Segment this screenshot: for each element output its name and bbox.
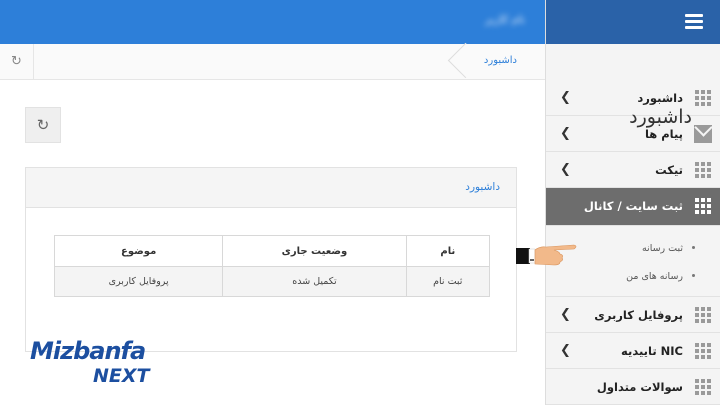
sidebar-item-label: داشبورد [637,91,683,105]
chevron-left-icon: ❮ [560,307,571,322]
sidebar-item-label: پروفایل کاربری [594,308,683,322]
dashboard-panel: داشبورد نام وضعیت جاری موضوع ثبت نام تکم… [25,167,517,352]
refresh-button[interactable]: ↻ [25,107,61,143]
chevron-left-icon: ❮ [560,162,571,177]
table-cell: تکمیل شده [222,266,407,297]
sidebar-item-register-site[interactable]: ثبت سایت / کانال [546,188,720,226]
sidebar-item-profile[interactable]: ❮ پروفایل کاربری [546,297,720,333]
sidebar-item-faq[interactable]: سوالات متداول [546,369,720,405]
sidebar: ❮ داشبورد ❮ پیام ها ❮ تیکت ثبت سایت / کا… [545,0,720,405]
grid-icon [694,197,712,215]
grid-icon [694,378,712,396]
breadcrumb-item-dashboard[interactable]: داشبورد [484,55,517,66]
chevron-left-icon: ❮ [560,126,571,141]
breadcrumb: ↻ داشبورد [0,44,545,80]
logo-text: Mizbanfa [30,337,146,365]
refresh-icon: ↻ [36,116,50,134]
refresh-icon[interactable]: ↻ [0,44,34,79]
grid-icon [694,342,712,360]
sidebar-header [546,0,720,44]
top-bar: نام کاربر [0,0,545,44]
logo: Mizbanfa NEXT [30,337,165,392]
panel-header: داشبورد [26,168,516,208]
status-table: نام وضعیت جاری موضوع ثبت نام تکمیل شده پ… [53,235,491,297]
user-name[interactable]: نام کاربر [455,13,525,29]
chevron-left-icon: ❮ [560,343,571,358]
pointing-hand-icon [516,244,577,266]
sidebar-item-nic[interactable]: ❮ تاییدیه NIC [546,333,720,369]
sidebar-item-label: تیکت [655,163,683,177]
chevron-left-icon: ❮ [560,90,571,105]
submenu-item-label: ثبت رسانه [641,243,683,254]
column-header: وضعیت جاری [222,235,407,267]
sidebar-item-label: سوالات متداول [596,380,683,394]
grid-icon [694,89,712,107]
hamburger-menu-icon[interactable] [685,14,703,29]
page-title: داشبورد [629,106,692,128]
submenu-item-label: رسانه های من [626,271,683,282]
breadcrumb-separator [458,44,478,79]
sidebar-item-label: پیام ها [644,127,683,141]
panel-title: داشبورد [465,181,500,193]
table-cell: پروفایل کاربری [53,266,224,297]
logo-subtext: NEXT [93,365,150,387]
mail-icon [694,125,712,143]
table-header-row: نام وضعیت جاری موضوع [53,235,491,267]
column-header: موضوع [53,235,224,267]
sidebar-item-ticket[interactable]: ❮ تیکت [546,152,720,188]
table-cell: ثبت نام [405,266,491,297]
sidebar-item-label: تاییدیه NIC [621,344,683,358]
grid-icon [694,306,712,324]
sidebar-item-label: ثبت سایت / کانال [583,199,683,213]
bullet-icon [692,246,695,249]
column-header: نام [405,235,491,267]
table-row: ثبت نام تکمیل شده پروفایل کاربری [53,266,491,297]
bullet-icon [692,274,695,277]
grid-icon [694,161,712,179]
